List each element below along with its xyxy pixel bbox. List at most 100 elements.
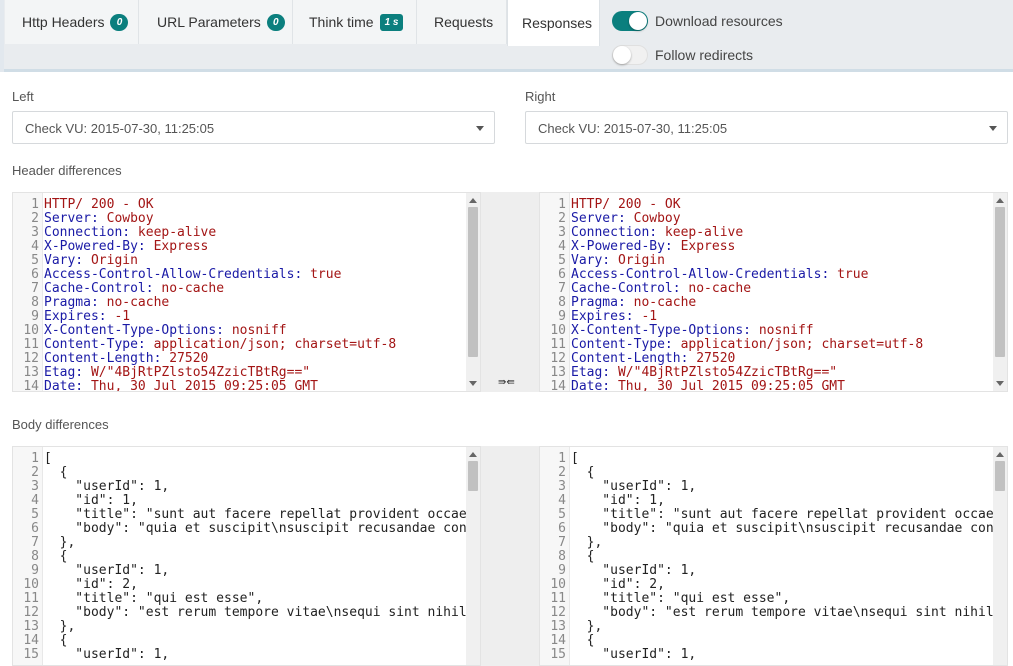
body-left-editor[interactable]: 1[2 {3 "userId": 1, 4 "id": 1, 5 "title": …	[12, 446, 481, 666]
line-text: Vary: Origin	[566, 253, 665, 268]
line-text: Expires: -1	[39, 309, 130, 324]
line-number: 4	[558, 239, 566, 254]
line-number: 4	[31, 239, 39, 254]
line-number: 12	[550, 605, 566, 620]
header-value: 27520	[161, 351, 209, 366]
header-value: no-cache	[98, 295, 170, 310]
line-number: 1	[558, 197, 566, 212]
scroll-thumb[interactable]	[468, 207, 478, 357]
scrollbar[interactable]	[993, 447, 1007, 665]
tab-responses[interactable]: Responses	[507, 0, 600, 46]
line-number: 14	[550, 633, 566, 648]
line-number: 14	[550, 379, 566, 392]
code-line: 4 "id": 1,	[13, 493, 480, 508]
code-line: 2 {	[540, 466, 1007, 480]
header-value: Origin	[83, 253, 138, 268]
line-number: 11	[550, 591, 566, 606]
scroll-up-icon[interactable]	[469, 452, 477, 457]
line-text: "id": 2,	[571, 577, 665, 592]
left-select[interactable]: Check VU: 2015-07-30, 11:25:05	[12, 111, 495, 144]
follow-redirects-toggle[interactable]	[612, 45, 648, 65]
header-key: Cache-Control:	[571, 281, 681, 296]
scroll-down-icon[interactable]	[469, 381, 477, 386]
header-value: -1	[106, 309, 131, 324]
code-line: 1[	[13, 452, 480, 466]
line-text: Connection: keep-alive	[566, 225, 743, 240]
code-line: 7 },	[540, 536, 1007, 550]
line-number: 3	[31, 225, 39, 240]
header-key: Etag:	[44, 365, 84, 380]
body-right-lines: 1[2 {3 "userId": 1, 4 "id": 1, 5 "title": …	[540, 451, 1007, 662]
header-left-editor[interactable]: 1 HTTP/ 200 - OK 2 Server: Cowboy 3 Connectio…	[12, 192, 481, 392]
line-text: Cache-Control: no-cache	[566, 281, 751, 296]
download-resources-toggle[interactable]	[612, 11, 648, 31]
line-text: Etag: W/"4BjRtPZlsto54ZzicTBtRg=="	[39, 365, 310, 380]
scroll-up-icon[interactable]	[996, 198, 1004, 203]
tab-bar: Http Headers 0 URL Parameters 0 Think ti…	[0, 0, 1013, 72]
line-number: 15	[23, 647, 39, 662]
line-number: 13	[23, 619, 39, 634]
line-text: Vary: Origin	[39, 253, 138, 268]
code-line: 10 "id": 2,	[13, 578, 480, 592]
header-value: no-cache	[153, 281, 225, 296]
line-text: [	[571, 451, 579, 466]
code-line: 2 {	[13, 466, 480, 480]
code-line: 13 },	[540, 620, 1007, 634]
code-line: 13 Etag: W/"4BjRtPZlsto54ZzicTBtRg=="	[540, 366, 923, 380]
header-key: Pragma:	[44, 295, 99, 310]
code-line: 10 X-Content-Type-Options: nosniff	[540, 324, 923, 338]
right-select[interactable]: Check VU: 2015-07-30, 11:25:05	[525, 111, 1008, 144]
line-text: "body": "quia et suscipit\nsuscipit recu…	[602, 521, 1007, 536]
scrollbar[interactable]	[466, 447, 480, 665]
scrollbar[interactable]	[466, 193, 480, 391]
line-number: 12	[23, 605, 39, 620]
count-badge: 0	[110, 13, 129, 31]
code-line: 11 "title": "qui est esse",	[540, 591, 1007, 606]
tab-url-parameters[interactable]: URL Parameters 0	[139, 0, 293, 44]
code-line: 5 "title": "sunt aut facere repellat pro…	[13, 508, 480, 522]
header-value: nosniff	[751, 323, 814, 338]
line-text: "body": "est rerum tempore vitae\nsequi …	[75, 605, 480, 620]
tab-requests[interactable]: Requests	[417, 0, 507, 44]
header-value: W/"4BjRtPZlsto54ZzicTBtRg=="	[83, 365, 311, 380]
scroll-thumb[interactable]	[995, 461, 1005, 491]
line-text: X-Powered-By: Express	[566, 239, 735, 254]
header-value: Origin	[610, 253, 665, 268]
scroll-down-icon[interactable]	[996, 381, 1004, 386]
code-line: 3 Connection: keep-alive	[13, 226, 396, 240]
code-line: 5 Vary: Origin	[540, 254, 923, 268]
code-line: 11 "title": "qui est esse",	[13, 592, 480, 606]
tab-think-time[interactable]: Think time 1 s	[293, 0, 417, 44]
code-line: 14 Date: Thu, 30 Jul 2015 09:25:05 GMT	[13, 380, 396, 392]
tab-http-headers[interactable]: Http Headers 0	[5, 0, 139, 44]
line-number: 4	[31, 493, 39, 508]
code-line: 8 Pragma: no-cache	[540, 296, 923, 310]
line-number: 13	[23, 365, 39, 380]
code-line: 13 },	[13, 619, 480, 634]
header-value: no-cache	[680, 281, 752, 296]
line-number: 4	[558, 493, 566, 508]
tab-label: Http Headers	[22, 14, 105, 30]
header-key: Access-Control-Allow-Credentials:	[571, 267, 830, 282]
line-number: 9	[558, 309, 566, 324]
body-right-editor[interactable]: 1[2 {3 "userId": 1, 4 "id": 1, 5 "title": …	[539, 446, 1008, 666]
header-key: HTTP/ 200 - OK	[44, 197, 154, 212]
line-text: HTTP/ 200 - OK	[566, 197, 681, 212]
line-text: Date: Thu, 30 Jul 2015 09:25:05 GMT	[566, 379, 845, 392]
header-value: application/json; charset=utf-8	[672, 337, 924, 352]
line-number: 8	[31, 549, 39, 564]
scroll-up-icon[interactable]	[996, 452, 1004, 457]
line-number: 12	[550, 351, 566, 366]
scroll-thumb[interactable]	[468, 461, 478, 491]
merge-icon[interactable]: ⇛⇚	[498, 377, 515, 388]
scroll-up-icon[interactable]	[469, 198, 477, 203]
line-number: 10	[23, 323, 39, 338]
header-right-editor[interactable]: 1 HTTP/ 200 - OK 2 Server: Cowboy 3 Connectio…	[539, 192, 1008, 392]
line-text: Date: Thu, 30 Jul 2015 09:25:05 GMT	[39, 379, 318, 392]
body-left-lines: 1[2 {3 "userId": 1, 4 "id": 1, 5 "title": …	[13, 452, 480, 662]
line-text: Access-Control-Allow-Credentials: true	[566, 267, 868, 282]
header-key: Vary:	[571, 253, 611, 268]
scrollbar[interactable]	[993, 193, 1007, 391]
scroll-thumb[interactable]	[995, 207, 1005, 357]
code-line: 4 X-Powered-By: Express	[540, 240, 923, 254]
